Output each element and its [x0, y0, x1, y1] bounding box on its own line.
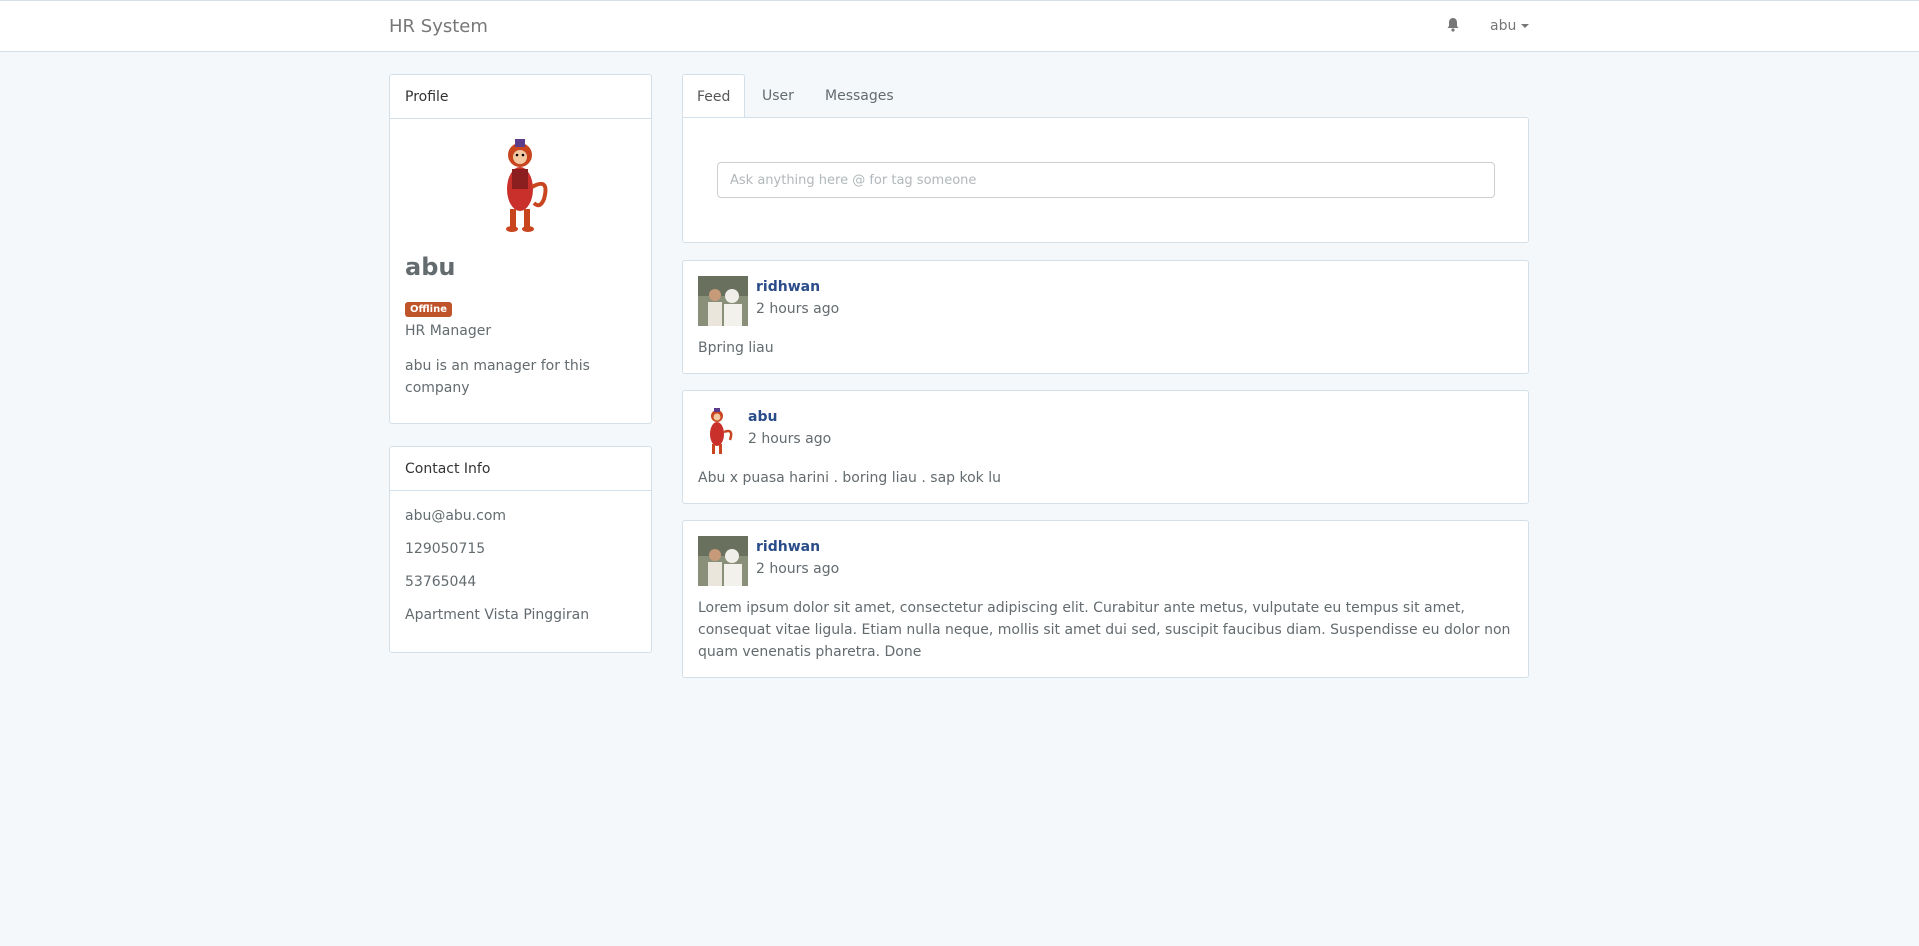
profile-role: HR Manager — [405, 323, 492, 339]
feed-post: abu 2 hours ago Abu x puasa harini . bor… — [682, 390, 1529, 504]
tab-messages[interactable]: Messages — [811, 74, 908, 118]
post-author-link[interactable]: abu — [748, 409, 777, 425]
feed-post: ridhwan 2 hours ago Lorem ipsum dolor si… — [682, 520, 1529, 678]
bell-icon[interactable] — [1446, 17, 1460, 33]
profile-avatar — [390, 137, 653, 237]
contact-heading: Contact Info — [390, 447, 651, 491]
contact-address: Apartment Vista Pinggiran — [405, 607, 590, 623]
user-dropdown-label: abu — [1490, 18, 1517, 34]
tab-user[interactable]: User — [748, 74, 808, 118]
post-author-link[interactable]: ridhwan — [756, 279, 820, 295]
compose-panel — [682, 117, 1529, 243]
profile-panel: Profile abu Offline HR Manager abu is an… — [389, 74, 652, 424]
contact-email: abu@abu.com — [405, 508, 507, 524]
contact-panel: Contact Info abu@abu.com 129050715 53765… — [389, 446, 652, 653]
brand-link[interactable]: HR System — [389, 16, 488, 37]
caret-down-icon — [1521, 24, 1530, 28]
profile-bio: abu is an manager for this company — [405, 358, 590, 396]
navbar: HR System abu — [0, 0, 1919, 52]
user-dropdown[interactable]: abu — [1490, 18, 1530, 34]
contact-phone-1: 129050715 — [405, 541, 486, 557]
post-avatar[interactable] — [698, 406, 740, 456]
post-timestamp: 2 hours ago — [756, 301, 840, 317]
profile-heading: Profile — [390, 75, 651, 119]
post-timestamp: 2 hours ago — [748, 431, 832, 447]
status-badge: Offline — [405, 302, 452, 317]
post-body: Abu x puasa harini . boring liau . sap k… — [698, 470, 1001, 486]
compose-input[interactable] — [717, 162, 1495, 198]
post-body: Lorem ipsum dolor sit amet, consectetur … — [698, 600, 1511, 660]
post-avatar[interactable] — [698, 536, 748, 586]
feed-post: ridhwan 2 hours ago Bpring liau — [682, 260, 1529, 374]
post-timestamp: 2 hours ago — [756, 561, 840, 577]
post-body: Bpring liau — [698, 340, 774, 356]
contact-phone-2: 53765044 — [405, 574, 477, 590]
main-tabs: Feed User Messages — [682, 74, 1529, 118]
tab-feed[interactable]: Feed — [682, 74, 746, 118]
post-avatar[interactable] — [698, 276, 748, 326]
post-author-link[interactable]: ridhwan — [756, 539, 820, 555]
profile-name: abu — [405, 253, 456, 281]
